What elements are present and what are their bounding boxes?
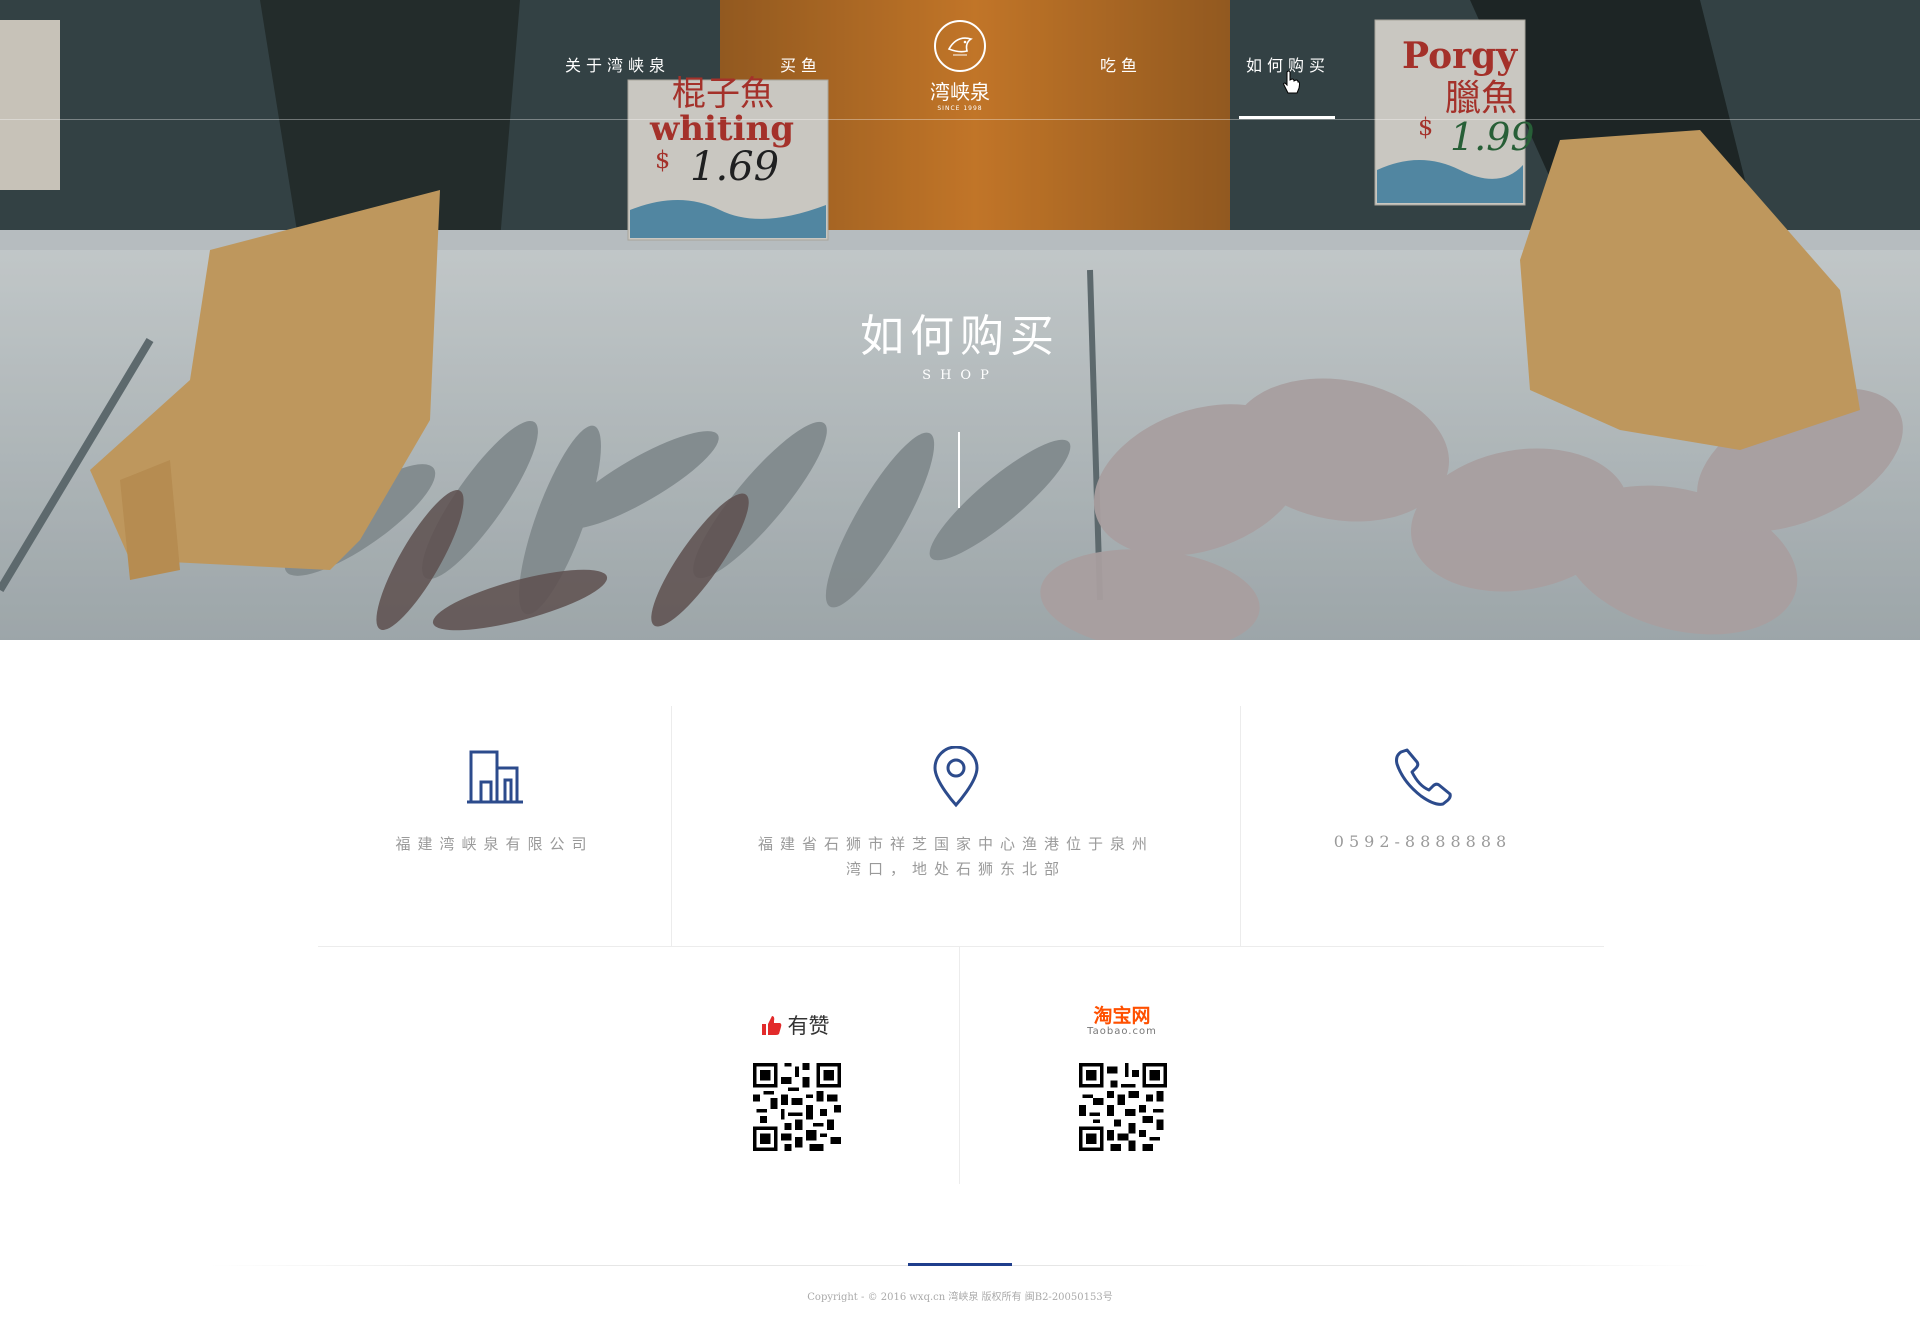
location-pin-icon: [933, 745, 979, 808]
nav-divider: [0, 119, 1920, 120]
taobao-logo[interactable]: 淘宝网 Taobao.com: [1066, 1006, 1178, 1037]
youzan-label: 有赞: [787, 1014, 830, 1038]
taobao-label: 淘宝网: [1093, 1005, 1151, 1027]
info-horizontal-divider: [318, 946, 1604, 947]
nav-item-eat-fish[interactable]: 吃鱼: [1100, 52, 1142, 76]
youzan-qr-code: [753, 1063, 841, 1151]
address-line-2: 湾口，地处石狮东北部: [845, 860, 1066, 878]
building-icon: [466, 750, 523, 804]
hero-scroll-line: [958, 432, 960, 508]
phone-number[interactable]: 0592-8888888: [1241, 832, 1604, 851]
hero-banner: 棍子魚 whiting $ 1.69 Porgy 臘魚 $ 1.99 关于湾峡泉…: [0, 0, 1920, 640]
address-cell: 福建省石狮市祥芝国家中心渔港位于泉州 湾口，地处石狮东北部: [672, 745, 1240, 882]
store-divider: [959, 946, 960, 1184]
company-name: 福建湾峡泉有限公司: [395, 835, 594, 853]
hand-cursor-icon: [1283, 70, 1300, 94]
logo-name: 湾峡泉: [930, 80, 990, 104]
taobao-domain: Taobao.com: [1087, 1026, 1157, 1037]
top-navigation: 关于湾峡泉 买鱼 湾峡泉 SINCE 1998 吃鱼 如何购买: [0, 0, 1920, 120]
logo-badge-text: SINCE 1998: [937, 105, 983, 112]
phone-cell: 0592-8888888: [1241, 746, 1604, 851]
footer-accent-bar: [908, 1263, 1012, 1266]
footer-copyright: Copyright - © 2016 wxq.cn 湾峡泉 版权所有 闽B2-2…: [807, 1292, 1113, 1303]
nav-item-about[interactable]: 关于湾峡泉: [565, 52, 670, 76]
phone-icon: [1394, 748, 1452, 806]
address-line-1: 福建省石狮市祥芝国家中心渔港位于泉州: [757, 835, 1154, 853]
company-cell: 福建湾峡泉有限公司: [318, 746, 671, 857]
site-logo[interactable]: 湾峡泉 SINCE 1998: [922, 20, 998, 112]
hero-subtitle: SHOP: [922, 368, 998, 383]
nav-item-buy-fish[interactable]: 买鱼: [780, 52, 822, 76]
hero-title: 如何购买: [860, 311, 1060, 362]
youzan-logo[interactable]: 有赞: [740, 1010, 850, 1040]
taobao-qr-code: [1079, 1063, 1167, 1151]
thumbs-up-icon: [762, 1016, 782, 1035]
fish-logo-icon: [934, 20, 986, 72]
